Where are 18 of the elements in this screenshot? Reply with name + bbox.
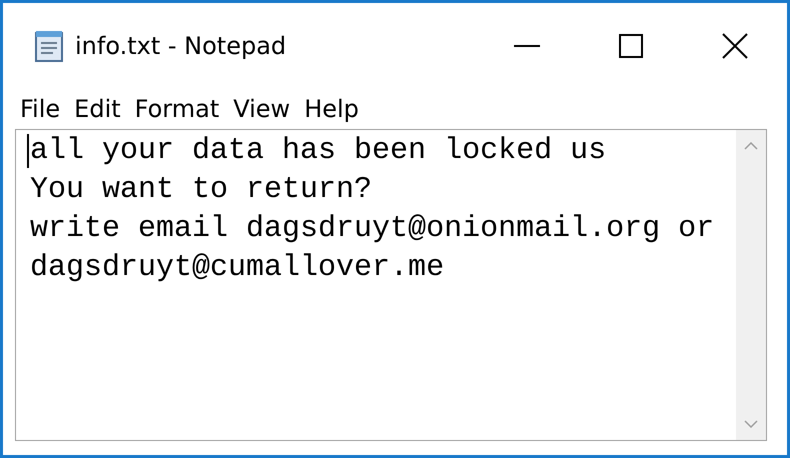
menu-item[interactable]: View [226, 95, 298, 123]
text-editor[interactable]: all your data has been locked us You want to return? write email dagsdruyt@onionmail.org or dagsdruyt@cumallover.me [15, 129, 767, 441]
text-line: You want to return? [30, 172, 374, 209]
window-title: info.txt - Notepad [75, 32, 288, 60]
chevron-up-icon [744, 142, 758, 150]
menu-item[interactable]: File [13, 95, 68, 123]
minimize-icon [514, 44, 540, 48]
text-cursor [27, 134, 29, 168]
menu-item[interactable]: Help [297, 95, 366, 123]
scrollbar[interactable] [736, 130, 766, 440]
menu-item[interactable]: Edit [67, 95, 128, 123]
close-icon [722, 33, 748, 59]
chevron-down-icon [744, 420, 758, 428]
text-line: all your data has been locked us [30, 133, 608, 170]
menu-item[interactable]: Format [128, 95, 226, 123]
text-line: dagsdruyt@cumallover.me [30, 250, 446, 287]
text-line: write email dagsdruyt@onionmail.org or [30, 211, 716, 248]
maximize-icon [619, 34, 643, 58]
